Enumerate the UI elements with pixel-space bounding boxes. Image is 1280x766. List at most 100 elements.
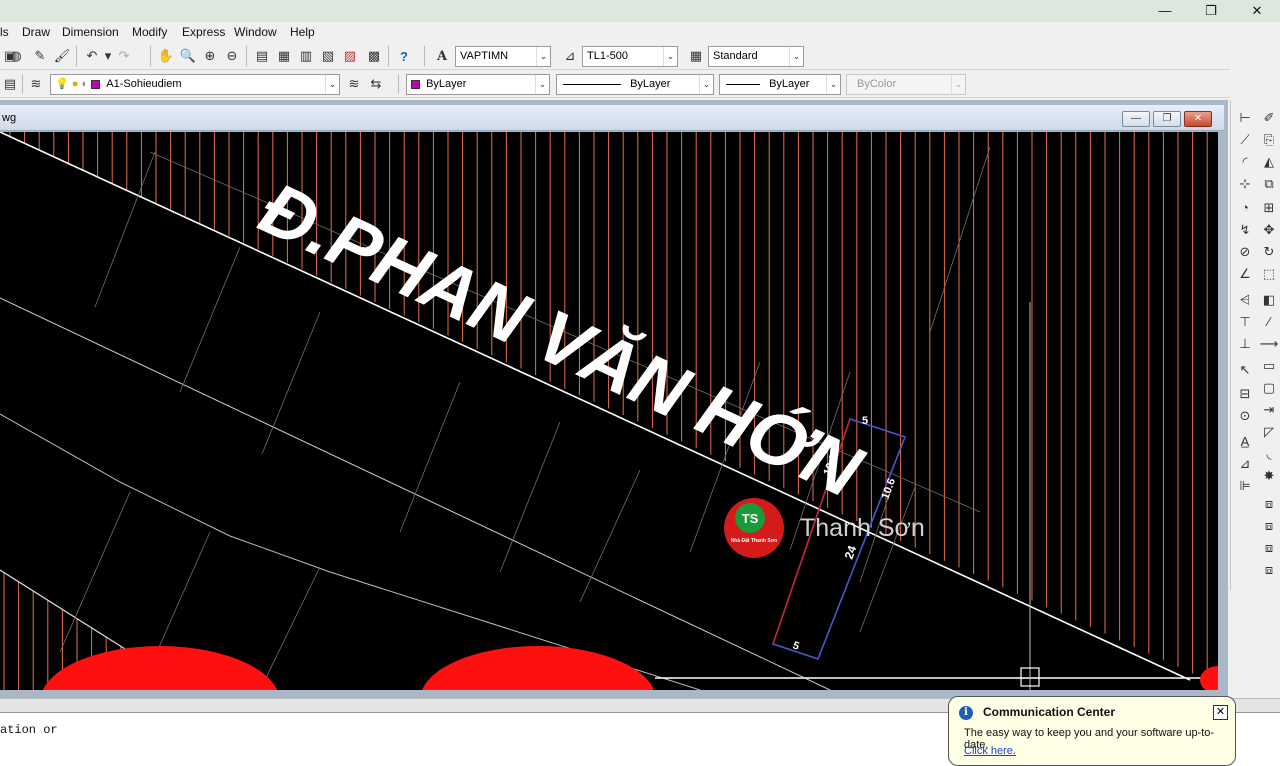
dim-update-icon[interactable]: ⊫: [1235, 476, 1255, 496]
menu-modify[interactable]: Modify: [132, 25, 167, 39]
doc-restore-button[interactable]: ❐: [1153, 111, 1181, 127]
erase-icon[interactable]: ✐: [1259, 108, 1279, 128]
markup-icon[interactable]: ▨: [340, 46, 360, 66]
draworder-under-icon[interactable]: ⧈: [1259, 560, 1279, 580]
leader-icon[interactable]: ↖: [1235, 360, 1255, 380]
mirror-icon[interactable]: ◭: [1259, 152, 1279, 172]
dim-right: 10.6: [880, 477, 899, 501]
sheet-set-icon[interactable]: ▧: [318, 46, 338, 66]
3dorbit-icon[interactable]: ◍: [6, 46, 26, 66]
layer-previous-icon[interactable]: ⇆: [366, 74, 386, 94]
calculator-icon[interactable]: ▩: [364, 46, 384, 66]
balloon-link[interactable]: Click here.: [964, 745, 1016, 757]
menu-dimension[interactable]: Dimension: [62, 25, 119, 39]
quick-dim-icon[interactable]: ⩤: [1235, 290, 1255, 310]
lightbulb-icon[interactable]: 💡: [55, 78, 69, 90]
rotate-icon[interactable]: ↻: [1259, 242, 1279, 262]
text-style-icon[interactable]: A: [432, 46, 452, 66]
menu-express[interactable]: Express: [182, 25, 225, 39]
chamfer-icon[interactable]: ◸: [1259, 422, 1279, 442]
linetype-dropdown[interactable]: ByLayer ⌄: [556, 74, 714, 95]
table-style-dropdown[interactable]: Standard ⌄: [708, 46, 804, 67]
dimedit-icon[interactable]: A̲: [1235, 432, 1255, 452]
draworder-above-icon[interactable]: ⧈: [1259, 538, 1279, 558]
explode-icon[interactable]: ✸: [1259, 466, 1279, 486]
sun-icon[interactable]: ●: [72, 78, 79, 90]
copy-icon[interactable]: ⎘: [1259, 130, 1279, 150]
menu-help[interactable]: Help: [290, 25, 315, 39]
design-center-icon[interactable]: ▦: [274, 46, 294, 66]
pan-icon[interactable]: ✋: [156, 46, 176, 66]
doc-minimize-button[interactable]: —: [1122, 111, 1150, 127]
close-button[interactable]: ✕: [1234, 2, 1280, 20]
continue-icon[interactable]: ⊥: [1235, 334, 1255, 354]
stretch-icon[interactable]: ◧: [1259, 290, 1279, 310]
dim-style-dropdown[interactable]: TL1-500 ⌄: [582, 46, 678, 67]
help-icon[interactable]: ?: [394, 46, 414, 66]
right-toolbars: ⊢ ✐ ⟋ ⎘ ◜ ◭ ⊹ ⧉ ◔ ⊞ ↯ ✥ ⊘ ↻ ∠ ⬚ ⩤ ◧ ⊤ ⁄ …: [1230, 100, 1280, 590]
jogged-icon[interactable]: ↯: [1235, 220, 1255, 240]
layer-dropdown[interactable]: 💡 ● ◐ A1-Sohieudiem ⌄: [50, 74, 340, 95]
linear-dim-icon[interactable]: ⊢: [1235, 108, 1255, 128]
watermark-brand: Thanh Sơn: [800, 514, 925, 542]
tolerance-icon[interactable]: ⊟: [1235, 384, 1255, 404]
break-icon[interactable]: ▢: [1259, 378, 1279, 398]
color-dropdown[interactable]: ByLayer ⌄: [406, 74, 550, 95]
properties-icon[interactable]: ▤: [252, 46, 272, 66]
red-blob-corner: [1200, 666, 1218, 690]
array-icon[interactable]: ⊞: [1259, 198, 1279, 218]
arc-length-icon[interactable]: ◜: [1235, 152, 1255, 172]
scale-icon[interactable]: ⬚: [1259, 264, 1279, 284]
ordinate-icon[interactable]: ⊹: [1235, 174, 1255, 194]
aligned-dim-icon[interactable]: ⟋: [1235, 130, 1255, 150]
dimtedit-icon[interactable]: ⊿: [1235, 454, 1255, 474]
menu-bar: ls Draw Dimension Modify Express Window …: [0, 22, 1280, 42]
text-style-dropdown[interactable]: VAPTIMN ⌄: [455, 46, 551, 67]
standard-toolbar: ▣ ◍ ✎ 🖌 ↶ ▾ ↷ ✋ 🔍 ⊕ ⊖ ▤ ▦ ▥ ▧ ▨ ▩ ? A VA…: [0, 42, 1230, 70]
road-boundary-upper: [0, 132, 1191, 681]
maximize-button[interactable]: ❐: [1188, 2, 1234, 20]
offset-icon[interactable]: ⧉: [1259, 174, 1279, 194]
break-at-point-icon[interactable]: ▭: [1259, 356, 1279, 376]
document-title-bar: wg — ❐ ✕: [0, 105, 1224, 131]
doc-close-button[interactable]: ✕: [1184, 111, 1212, 127]
layers-stack-icon[interactable]: ≋: [26, 74, 46, 94]
menu-window[interactable]: Window: [234, 25, 277, 39]
radius-icon[interactable]: ◔: [1235, 198, 1255, 218]
balloon-close-button[interactable]: ✕: [1213, 705, 1228, 720]
menu-draw[interactable]: Draw: [22, 25, 50, 39]
move-icon[interactable]: ✥: [1259, 220, 1279, 240]
watermark-logo: TS Nhà Đất Thanh Sơn: [724, 498, 784, 558]
baseline-icon[interactable]: ⊤: [1235, 312, 1255, 332]
minimize-button[interactable]: —: [1142, 2, 1188, 20]
lineweight-dropdown[interactable]: ByLayer ⌄: [719, 74, 841, 95]
menu-tools[interactable]: ls: [0, 25, 9, 39]
join-icon[interactable]: ⇥: [1259, 400, 1279, 420]
tool-palettes-icon[interactable]: ▥: [296, 46, 316, 66]
linetype-preview: [563, 83, 621, 85]
lock-icon[interactable]: ◐: [81, 78, 88, 90]
table-style-icon[interactable]: ▦: [686, 46, 706, 66]
zoom-realtime-icon[interactable]: 🔍: [178, 46, 198, 66]
extend-icon[interactable]: ⟶: [1259, 334, 1279, 354]
redo-icon[interactable]: ↷: [114, 46, 134, 66]
street-name-label: Đ.PHAN VĂN HỚN: [248, 166, 875, 514]
pencil-icon[interactable]: ✎: [30, 46, 50, 66]
draworder-icon[interactable]: ⧈: [1259, 494, 1279, 514]
drawing-canvas[interactable]: Đ.PHAN VĂN HỚN 5 10.1 10.6 24 5 TS Nhà Đ…: [0, 132, 1218, 690]
zoom-window-icon[interactable]: ⊕: [200, 46, 220, 66]
watermark-badge-caption: Nhà Đất Thanh Sơn: [731, 537, 778, 544]
info-icon: i: [959, 706, 973, 720]
trim-icon[interactable]: ⁄: [1259, 312, 1279, 332]
angular-icon[interactable]: ∠: [1235, 264, 1255, 284]
layer-manager-icon[interactable]: ▤: [0, 74, 20, 94]
zoom-previous-icon[interactable]: ⊖: [222, 46, 242, 66]
dim-style-icon[interactable]: ⊿: [560, 46, 580, 66]
make-object-layer-current-icon[interactable]: ≋: [344, 74, 364, 94]
diameter-icon[interactable]: ⊘: [1235, 242, 1255, 262]
center-mark-icon[interactable]: ⊙: [1235, 406, 1255, 426]
match-properties-icon[interactable]: 🖌: [52, 46, 72, 66]
draworder-back-icon[interactable]: ⧈: [1259, 516, 1279, 536]
fillet-icon[interactable]: ◟: [1259, 444, 1279, 464]
balloon-title: Communication Center: [983, 705, 1116, 719]
